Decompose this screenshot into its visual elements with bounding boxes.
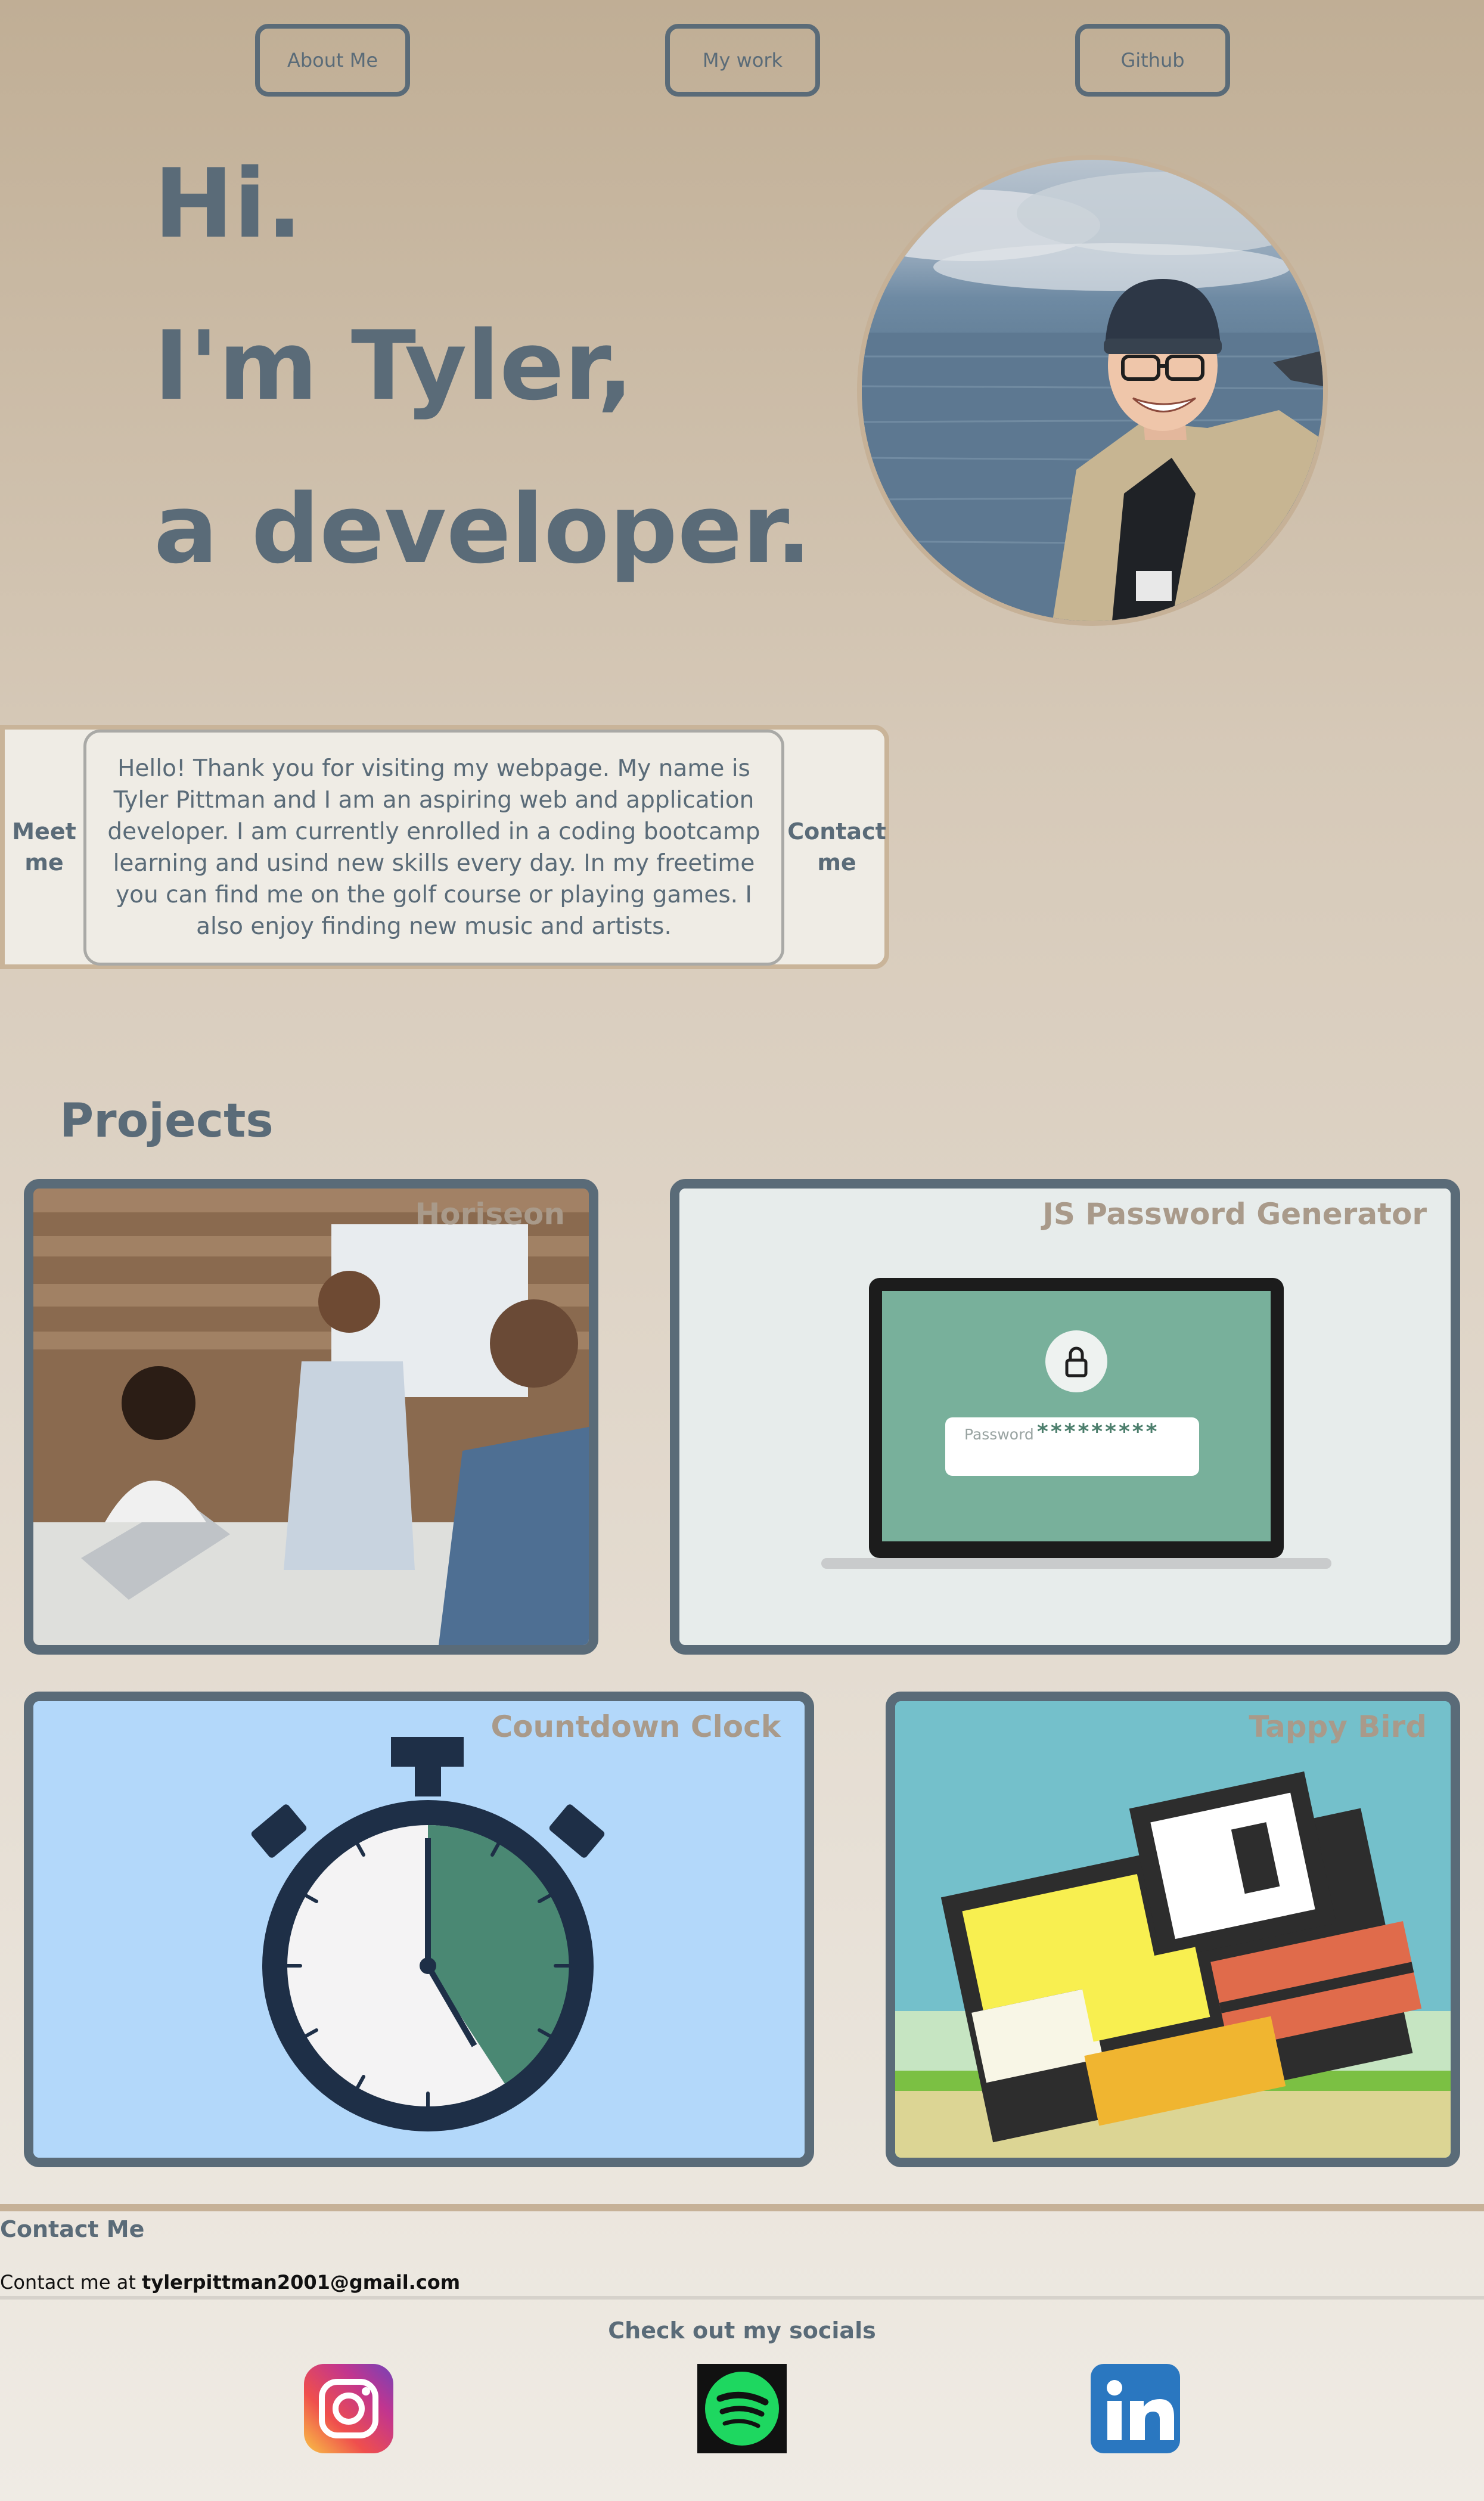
footer-divider: [0, 2296, 1484, 2300]
nav-my-work-button[interactable]: My work: [665, 24, 820, 97]
password-generator-image: [679, 1189, 1451, 1645]
horiseon-image: [33, 1189, 589, 1645]
nav-github-button[interactable]: Github: [1075, 24, 1230, 97]
project-card-password-generator[interactable]: Password ********* JS Password Generator: [670, 1179, 1460, 1655]
contact-me-label[interactable]: Contact me: [784, 730, 889, 964]
project-card-horiseon[interactable]: Horiseon: [24, 1179, 598, 1655]
hero-name: I'm Tyler,: [154, 310, 634, 421]
contact-line: Contact me at tylerpittman2001@gmail.com: [0, 2271, 460, 2294]
socials-heading: Check out my socials: [608, 2317, 876, 2344]
projects-heading: Projects: [60, 1094, 274, 1148]
horiseon-title: Horiseon: [415, 1197, 565, 1231]
about-card: Meet me Hello! Thank you for visiting my…: [0, 725, 889, 969]
password-generator-title: JS Password Generator: [1042, 1197, 1427, 1231]
tappy-bird-image: [895, 1701, 1451, 2158]
password-label: Password: [964, 1426, 1034, 1443]
nav-about-me-button[interactable]: About Me: [255, 24, 410, 97]
contact-heading: Contact Me: [0, 2216, 145, 2242]
spotify-icon[interactable]: [697, 2364, 787, 2453]
hero-greeting: Hi.: [154, 148, 303, 259]
tappy-bird-title: Tappy Bird: [1249, 1709, 1427, 1744]
stopwatch-image: [33, 1701, 805, 2158]
countdown-clock-title: Countdown Clock: [490, 1709, 781, 1744]
instagram-icon[interactable]: [304, 2364, 393, 2453]
contact-divider: [0, 2204, 1484, 2211]
contact-prefix: Contact me at: [0, 2271, 142, 2294]
profile-photo: [857, 155, 1328, 626]
linkedin-icon[interactable]: [1091, 2364, 1180, 2453]
password-mask: *********: [1037, 1420, 1160, 1444]
project-card-tappy-bird[interactable]: Tappy Bird: [886, 1692, 1460, 2167]
hero-role: a developer.: [154, 473, 812, 585]
project-card-countdown-clock[interactable]: Countdown Clock: [24, 1692, 814, 2167]
meet-me-label[interactable]: Meet me: [5, 730, 83, 964]
about-text: Hello! Thank you for visiting my webpage…: [83, 730, 784, 966]
contact-email-link[interactable]: tylerpittman2001@gmail.com: [142, 2271, 460, 2294]
